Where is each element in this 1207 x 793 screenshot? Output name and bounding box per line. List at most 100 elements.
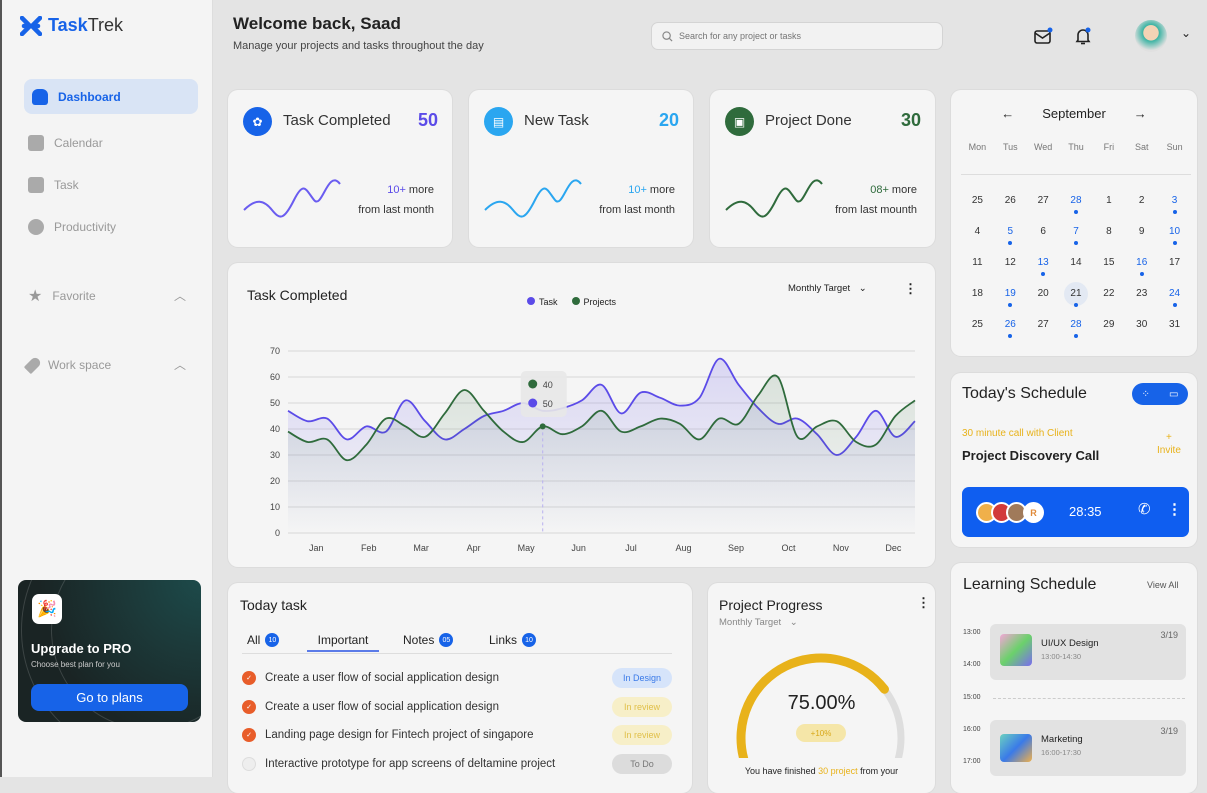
calendar-day[interactable]: 7 (1060, 226, 1093, 257)
search-icon (662, 30, 673, 42)
search-input[interactable] (679, 31, 919, 41)
calendar-day[interactable]: 12 (994, 257, 1027, 288)
calendar-day[interactable]: 22 (1092, 288, 1125, 319)
calendar-day[interactable]: 26 (994, 195, 1027, 226)
calendar-day[interactable]: 24 (1158, 288, 1191, 319)
tab-notes[interactable]: Notes 05 (403, 633, 454, 647)
calendar-day[interactable]: 27 (1027, 195, 1060, 226)
invite-button[interactable]: + Invite (1157, 431, 1181, 457)
more-options-icon[interactable]: ⋮ (1167, 500, 1182, 518)
calendar-day[interactable]: 6 (1027, 226, 1060, 257)
calendar-day[interactable]: 20 (1027, 288, 1060, 319)
marketing-illustration-icon (1000, 734, 1032, 762)
sidebar-item-task[interactable]: Task (20, 167, 194, 202)
chevron-up-icon[interactable]: ︿ (174, 287, 186, 304)
status-badge: To Do (612, 753, 672, 774)
calendar-day[interactable]: 28 (1060, 195, 1093, 226)
time-label: 13:00 (963, 629, 981, 636)
calendar-day[interactable]: 5 (994, 226, 1027, 257)
calendar-day[interactable]: 19 (994, 288, 1027, 319)
task-row[interactable]: Interactive prototype for app screens of… (242, 752, 672, 776)
item-time: 13:00-14:30 (1041, 652, 1082, 661)
party-icon: 🎉 (32, 594, 62, 624)
more-options-icon[interactable]: ⋮ (917, 595, 930, 611)
mail-button[interactable] (1031, 24, 1055, 48)
tooltip-projects-dot (528, 379, 538, 389)
call-bar: R 28:35 ✆ ⋮ (962, 487, 1189, 537)
calendar-day[interactable]: 15 (1092, 257, 1125, 288)
view-toggle[interactable]: ⁘ ▭ (1132, 383, 1188, 405)
plus-icon: + (1166, 432, 1172, 443)
stat-label: Project Done (765, 112, 852, 129)
view-all-link[interactable]: View All (1147, 580, 1178, 590)
task-text: Create a user flow of social application… (265, 672, 499, 684)
calendar-day-today[interactable]: 21 (1060, 282, 1093, 319)
grid-icon[interactable]: ⁘ (1142, 389, 1150, 400)
item-date: 3/19 (1160, 726, 1178, 736)
calendar-day[interactable]: 31 (1158, 319, 1191, 350)
task-row[interactable]: ✓ Create a user flow of social applicatio… (242, 695, 672, 719)
x-tick-label: Nov (833, 543, 850, 553)
calendar-day[interactable]: 25 (961, 195, 994, 226)
calendar-day[interactable]: 16 (1125, 257, 1158, 288)
calendar-day[interactable]: 30 (1125, 319, 1158, 350)
stat-trend: 08+ more from last mounth (835, 180, 917, 220)
tab-important[interactable]: Important (307, 630, 379, 652)
calendar-day[interactable]: 25 (961, 319, 994, 350)
calendar-icon[interactable]: ▭ (1169, 389, 1178, 400)
checkbox[interactable]: ✓ (242, 728, 256, 742)
sidebar-item-dashboard[interactable]: Dashboard (24, 79, 198, 114)
calendar-day[interactable]: 4 (961, 226, 994, 257)
calendar-day[interactable]: 13 (1027, 257, 1060, 288)
logo[interactable]: TaskTrek (20, 15, 123, 36)
calendar-day[interactable]: 18 (961, 288, 994, 319)
task-text: Create a user flow of social application… (265, 700, 499, 713)
arrow-left-icon[interactable]: ← (1001, 106, 1014, 121)
chevron-down-icon[interactable]: ⌄ (1181, 26, 1191, 40)
calendar-day[interactable]: 2 (1125, 195, 1158, 226)
day-number: 13 (1037, 257, 1049, 268)
phone-icon[interactable]: ✆ (1138, 500, 1151, 518)
tab-all[interactable]: All 10 (247, 633, 280, 647)
calendar-day[interactable]: 1 (1092, 195, 1125, 226)
tab-links[interactable]: Links 10 (489, 633, 537, 647)
footer-text: You have finished (744, 766, 819, 776)
calendar-day[interactable]: 17 (1158, 257, 1191, 288)
calendar-day[interactable]: 11 (961, 257, 994, 288)
calendar-day[interactable]: 23 (1125, 288, 1158, 319)
arrow-right-icon[interactable]: → (1134, 106, 1147, 121)
calendar-day[interactable]: 8 (1092, 226, 1125, 257)
go-to-plans-button[interactable]: Go to plans (31, 684, 188, 711)
task-row[interactable]: ✓ Landing page design for Fintech project… (242, 723, 672, 747)
calendar-day[interactable]: 3 (1158, 195, 1191, 226)
checkbox[interactable]: ✓ (242, 671, 256, 685)
sparkline (243, 179, 341, 218)
checkbox[interactable] (242, 756, 256, 771)
sidebar-item-calendar[interactable]: Calendar (20, 125, 194, 160)
y-tick-label: 40 (270, 424, 280, 434)
chevron-up-icon[interactable]: ︿ (174, 356, 186, 373)
day-number: 12 (1004, 257, 1016, 268)
calendar-day[interactable]: 27 (1027, 319, 1060, 350)
checkbox[interactable]: ✓ (242, 699, 256, 714)
search-box[interactable] (651, 22, 943, 50)
calendar-day[interactable]: 28 (1060, 319, 1093, 350)
task-row[interactable]: ✓ Create a user flow of social applicatio… (242, 666, 672, 690)
calendar-day[interactable]: 10 (1158, 226, 1191, 257)
calendar-day[interactable]: 26 (994, 319, 1027, 350)
calendar-day[interactable]: 9 (1125, 226, 1158, 257)
sparkline (484, 179, 582, 218)
day-number: 29 (1103, 319, 1115, 330)
avatar[interactable] (1135, 20, 1167, 52)
learning-item[interactable]: Marketing 16:00-17:30 3/19 (990, 720, 1186, 776)
monthly-target-dropdown[interactable]: Monthly Target ⌄ (719, 617, 798, 628)
notifications-button[interactable] (1071, 24, 1095, 48)
time-label: 16:00 (963, 726, 981, 733)
invite-label: Invite (1157, 445, 1181, 456)
calendar-day[interactable]: 29 (1092, 319, 1125, 350)
sidebar-item-productivity[interactable]: Productivity (20, 209, 194, 244)
sidebar-section-workspace[interactable]: Work space ︿ (20, 347, 194, 382)
sidebar-section-favorite[interactable]: ★ Favorite ︿ (20, 278, 194, 313)
trend-text: more (646, 184, 675, 196)
learning-item[interactable]: UI/UX Design 13:00-14:30 3/19 (990, 624, 1186, 680)
